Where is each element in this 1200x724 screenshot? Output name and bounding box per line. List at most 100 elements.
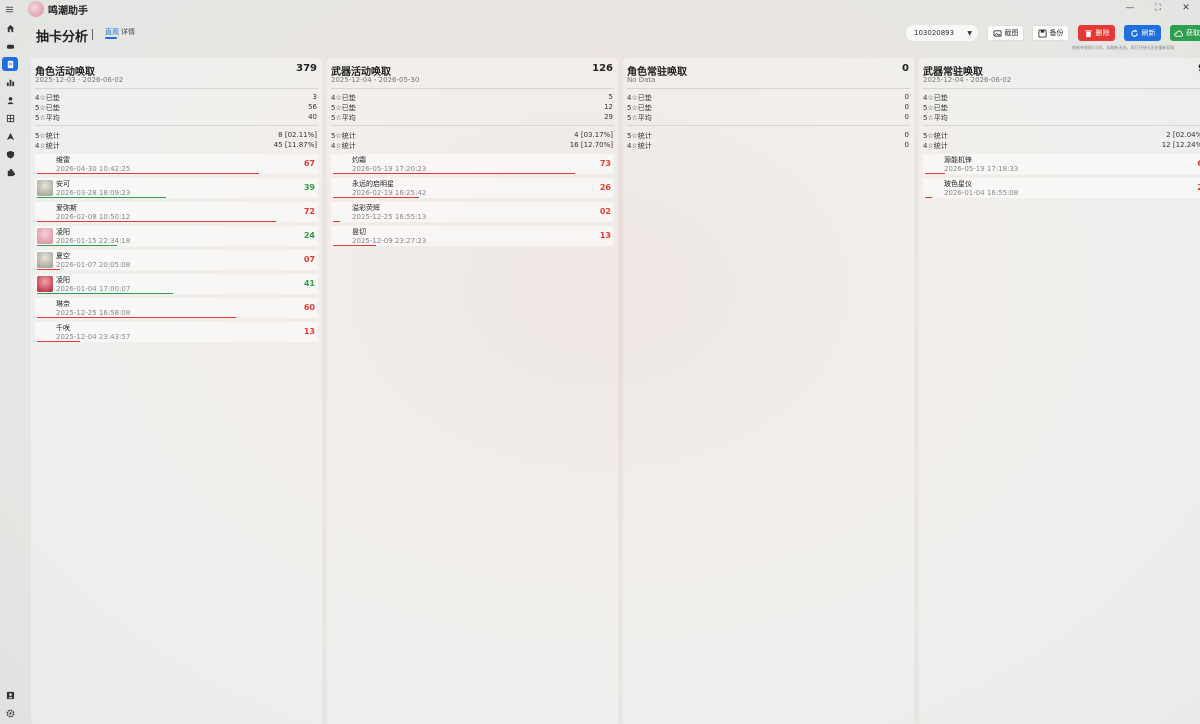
delete-button[interactable]: 删除: [1078, 25, 1115, 41]
tab-overview[interactable]: 直观: [105, 27, 119, 37]
record-pity-count: 13: [303, 327, 315, 336]
stat-row: 5☆平均 29: [331, 113, 613, 123]
stat-label: 5☆平均: [923, 114, 948, 122]
record-item[interactable]: 维雷 2026-04-30 10:42:25 67: [35, 154, 318, 174]
pity-bar: [37, 245, 117, 246]
record-item[interactable]: 玻色星仪2026-01-04 16:55:082: [923, 178, 1200, 198]
stat-value: 0: [904, 113, 909, 121]
sidebar-item-table[interactable]: [2, 111, 18, 125]
divider: [923, 125, 1200, 126]
stat-label: 5☆已垫: [627, 104, 652, 112]
sidebar-item-account[interactable]: [2, 688, 18, 702]
sidebar-item-settings[interactable]: [2, 706, 18, 720]
stat-value: 12: [604, 103, 613, 111]
stat-label: 5☆已垫: [35, 104, 60, 112]
record-name: 维雷: [56, 156, 70, 164]
record-item[interactable]: 琳奈 2025-12-25 16:58:08 60: [35, 298, 318, 318]
record-item[interactable]: 源能机锋2026-05-19 17:18:336: [923, 154, 1200, 174]
tab-details[interactable]: 详情: [121, 27, 135, 37]
pool-column: 角色常驻唤取 0 No Data 4☆已垫 0 5☆已垫 0 5☆平均 0 5☆统计 0 4☆统计 0: [623, 58, 914, 724]
record-name: 溢彩荧辉: [352, 204, 380, 212]
page-title: 抽卡分析: [36, 30, 89, 45]
stat-label: 4☆已垫: [331, 94, 356, 102]
menu-icon[interactable]: [0, 0, 18, 18]
pool-date-range: 2025-12-04 - 2026-06-02: [923, 76, 1012, 84]
record-time: 2026-01-07 20:05:08: [56, 261, 131, 269]
record-time: 2026-05-19 17:18:33: [944, 165, 1019, 173]
screenshot-button[interactable]: 截图: [987, 25, 1024, 41]
record-item[interactable]: 昙切 2025-12-09 23:27:23 13: [331, 226, 614, 246]
record-name: 昙切: [352, 228, 366, 236]
fetch-button[interactable]: 获取: [1170, 25, 1200, 41]
record-pity-count: 72: [303, 207, 315, 216]
record-name: 爱弥斯: [56, 204, 77, 212]
record-list: 灼霜 2026-05-19 17:20:23 73 永远的启明星 2026-02-19 …: [331, 154, 614, 250]
navigation-icon: [6, 132, 14, 140]
sidebar-item-home[interactable]: [2, 21, 18, 35]
record-time: 2026-01-15 22:34:18: [56, 237, 131, 245]
record-time: 2025-12-09 23:27:23: [352, 237, 427, 245]
divider: [923, 88, 1200, 89]
stat-row: 5☆已垫7: [923, 103, 1200, 113]
maximize-icon[interactable]: ⛶: [1144, 0, 1172, 16]
record-item[interactable]: 安可 2026-03-28 18:09:23 39: [35, 178, 318, 198]
uid-value: 103020893: [914, 29, 955, 37]
record-name: 琳奈: [56, 300, 70, 308]
record-item[interactable]: 凌阳 2026-01-04 17:00:07 41: [35, 274, 318, 294]
pity-bar: [333, 173, 575, 174]
sidebar-item-user[interactable]: [2, 93, 18, 107]
tab-active-indicator: [105, 37, 117, 39]
stat-value: 45 [11.87%]: [273, 141, 317, 149]
stat-label: 4☆已垫: [627, 94, 652, 102]
trash-icon: [1084, 29, 1092, 37]
stat-value: 0: [904, 93, 909, 101]
record-item[interactable]: 溢彩荧辉 2025-12-25 16:55:13 02: [331, 202, 614, 222]
document-icon: [7, 60, 13, 68]
record-pity-count: 26: [599, 183, 611, 192]
stat-value: 4 [03.17%]: [574, 131, 613, 139]
pool-date-range: 2025-12-03 - 2026-06-02: [35, 76, 124, 84]
stat-label: 5☆平均: [627, 114, 652, 122]
sidebar-item-game[interactable]: [2, 39, 18, 53]
pool-total: 379: [296, 63, 317, 74]
chevron-down-icon: ▼: [967, 30, 972, 37]
stat-label: 5☆统计: [923, 132, 948, 140]
uid-select[interactable]: 103020893 ▼: [906, 25, 978, 41]
record-list: 源能机锋2026-05-19 17:18:336 玻色星仪2026-01-04 1…: [923, 154, 1200, 202]
pity-bar: [37, 197, 166, 198]
sidebar: [0, 18, 20, 724]
record-item[interactable]: 夏空 2026-01-07 20:05:08 07: [35, 250, 318, 270]
minimize-icon[interactable]: —: [1116, 0, 1144, 16]
record-item[interactable]: 爱弥斯 2026-02-08 10:50:12 72: [35, 202, 318, 222]
sidebar-item-navigate[interactable]: [2, 129, 18, 143]
stat-label: 5☆统计: [627, 132, 652, 140]
stat-label: 5☆平均: [331, 114, 356, 122]
record-item[interactable]: 灼霜 2026-05-19 17:20:23 73: [331, 154, 614, 174]
cloud-icon: [1174, 30, 1183, 37]
pool-column: 角色活动唤取 379 2025-12-03 - 2026-06-02 4☆已垫 3 5☆已…: [31, 58, 322, 724]
record-item[interactable]: 千咲 2025-12-04 23:43:57 13: [35, 322, 318, 342]
backup-button[interactable]: 备份: [1032, 25, 1069, 41]
divider: [35, 88, 318, 89]
stat-row: 5☆平均4: [923, 113, 1200, 123]
refresh-button[interactable]: 刷新: [1124, 25, 1161, 41]
stat-value: 5: [608, 93, 613, 101]
record-pity-count: 41: [303, 279, 315, 288]
avatar: [37, 228, 53, 244]
pity-bar: [333, 221, 340, 222]
stat-label: 4☆已垫: [35, 94, 60, 102]
shield-icon: [6, 150, 14, 159]
sidebar-item-plugins[interactable]: [2, 165, 18, 179]
record-item[interactable]: 凌阳 2026-01-15 22:34:18 24: [35, 226, 318, 246]
stat-row: 4☆统计 16 [12.70%]: [331, 141, 613, 151]
close-icon[interactable]: ✕: [1172, 0, 1200, 16]
refresh-icon: [1130, 29, 1138, 37]
record-item[interactable]: 永远的启明星 2026-02-19 16:25:42 26: [331, 178, 614, 198]
stat-row: 5☆已垫 56: [35, 103, 317, 113]
sidebar-item-gacha[interactable]: [2, 57, 18, 71]
pool-date-range: No Data: [627, 76, 656, 84]
record-name: 安可: [56, 180, 70, 188]
sidebar-item-verify[interactable]: [2, 147, 18, 161]
avatar: [37, 180, 53, 196]
sidebar-item-stats[interactable]: [2, 75, 18, 89]
